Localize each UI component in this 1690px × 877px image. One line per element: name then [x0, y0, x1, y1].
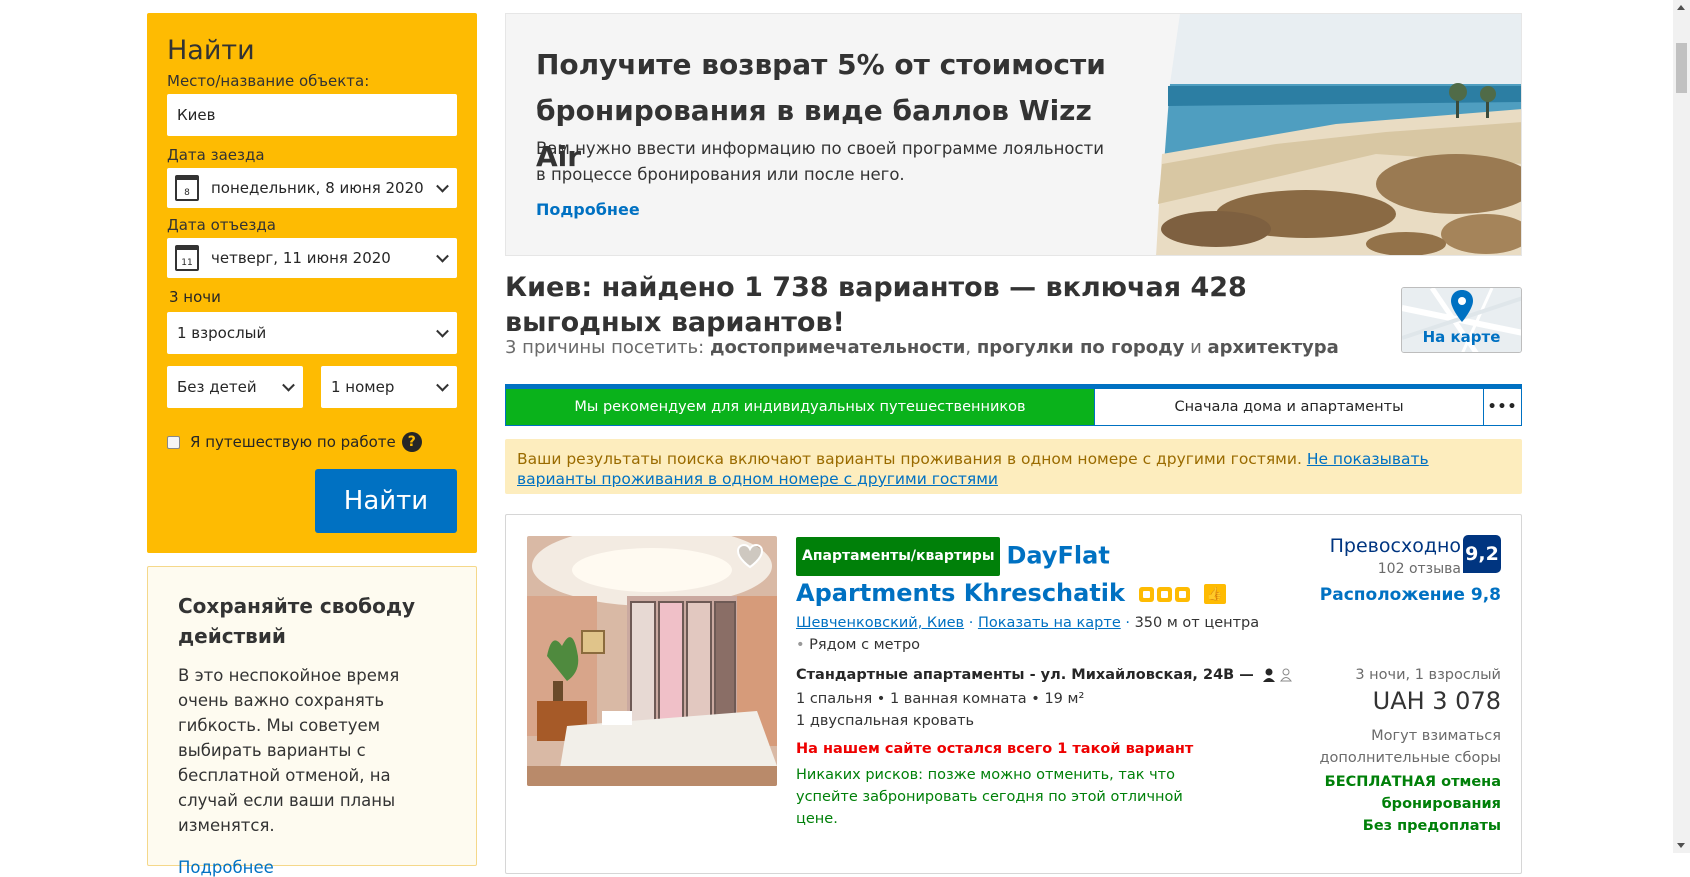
thumbs-up-icon: 👍: [1203, 584, 1226, 604]
chevron-down-icon: [436, 249, 449, 263]
search-panel: Найти Место/название объекта: Киев Дата …: [147, 13, 477, 553]
room-facilities: 1 спальня • 1 ванная комната • 19 м²: [796, 691, 1085, 707]
flexibility-more-link[interactable]: Подробнее: [178, 858, 446, 877]
results-heading: Киев: найдено 1 738 вариантов — включая …: [505, 272, 1247, 338]
person-icon: [1262, 668, 1275, 682]
tab-recommended[interactable]: Мы рекомендуем для индивидуальных путеше…: [506, 389, 1094, 425]
property-type-badge: Апартаменты/квартиры: [796, 537, 1001, 576]
rooms-value: 1 номер: [331, 378, 395, 396]
metro-nearby: Рядом с метро: [809, 637, 921, 653]
search-title: Найти: [167, 35, 255, 66]
banner-text: Вам нужно ввести информацию по своей про…: [536, 139, 1104, 184]
show-on-map-link[interactable]: Показать на карте: [978, 615, 1121, 631]
distance-from-center: 350 м от центра: [1134, 615, 1260, 631]
checkout-day: 11: [181, 258, 193, 268]
map-pin-icon: [1451, 290, 1473, 322]
visit-reasons: 3 причины посетить: достопримечательност…: [505, 337, 1339, 358]
star-icon: [1175, 586, 1191, 602]
reason-separator: и: [1190, 337, 1202, 358]
reasons-prefix: 3 причины посетить:: [505, 337, 705, 358]
page-scrollbar[interactable]: [1673, 0, 1690, 853]
bed-type: 1 двуспальная кровать: [796, 713, 975, 729]
nights-count: 3 ночи: [169, 288, 221, 306]
reason-separator: ,: [965, 337, 972, 358]
location-score: Расположение 9,8: [1319, 585, 1501, 605]
checkout-date-picker[interactable]: 11 четверг, 11 июня 2020: [167, 238, 457, 278]
destination-input[interactable]: Киев: [167, 94, 457, 136]
tab-homes-first[interactable]: Сначала дома и апартаменты: [1094, 389, 1483, 425]
work-trip-checkbox[interactable]: [167, 435, 180, 449]
banner-more-link[interactable]: Подробнее: [536, 200, 640, 219]
metro-line: • Рядом с метро: [796, 637, 921, 653]
reason-architecture: архитектура: [1207, 337, 1339, 358]
free-cancel-line-2: бронирования: [1381, 796, 1501, 812]
flexibility-title: Сохраняйте свободу действий: [178, 594, 416, 648]
scroll-up-icon[interactable]: [1677, 5, 1685, 10]
checkin-date-picker[interactable]: 8 понедельник, 8 июня 2020: [167, 168, 457, 208]
heart-icon[interactable]: [736, 543, 764, 569]
work-trip-label: Я путешествую по работе: [190, 433, 396, 451]
scroll-thumb[interactable]: [1676, 43, 1687, 93]
price: UAH 3 078: [1372, 687, 1501, 715]
district-link[interactable]: Шевченковский, Киев: [796, 615, 964, 631]
stay-info: 3 ночи, 1 взрослый: [1355, 667, 1501, 683]
calendar-icon: 8: [175, 175, 199, 201]
review-score-word: Превосходно: [1329, 535, 1461, 557]
more-sort-options-button[interactable]: •••: [1483, 389, 1521, 425]
calendar-icon: 11: [175, 245, 199, 271]
property-photo[interactable]: [527, 536, 777, 786]
reason-sights: достопримечательности: [709, 337, 966, 358]
risk-free-message: Никаких рисков: позже можно отменить, та…: [796, 767, 1183, 827]
chevron-down-icon: [436, 179, 449, 193]
scroll-down-icon[interactable]: [1677, 843, 1685, 848]
scarcity-message: На нашем сайте остался всего 1 такой вар…: [796, 741, 1194, 757]
property-card: Апартаменты/квартиры DayFlat Apartments K…: [505, 514, 1522, 874]
free-cancel-line-1: БЕСПЛАТНАЯ отмена: [1324, 774, 1501, 790]
help-icon[interactable]: ?: [401, 432, 422, 452]
flexibility-panel: Сохраняйте свободу действий В это неспок…: [147, 566, 477, 877]
review-count: 102 отзыва: [1377, 561, 1461, 577]
children-value: Без детей: [177, 378, 257, 396]
review-score-badge[interactable]: 9,2: [1463, 535, 1501, 573]
shared-room-notice: Ваши результаты поиска включают варианты…: [505, 439, 1522, 494]
destination-label: Место/название объекта:: [167, 72, 370, 90]
chevron-down-icon: [282, 378, 295, 392]
checkout-label: Дата отъезда: [167, 216, 276, 234]
room-title: Стандартные апартаменты - ул. Михайловск…: [796, 667, 1235, 683]
checkin-value: понедельник, 8 июня 2020: [211, 179, 424, 197]
room-title-row: Стандартные апартаменты - ул. Михайловск…: [796, 667, 1294, 683]
notice-text: Ваши результаты поиска включают варианты…: [517, 450, 1302, 468]
work-trip-row: Я путешествую по работе ?: [167, 432, 457, 452]
room-image: [527, 536, 777, 786]
search-button[interactable]: Найти: [315, 469, 457, 533]
children-select[interactable]: Без детей: [167, 366, 303, 408]
checkin-label: Дата заезда: [167, 146, 265, 164]
chevron-down-icon: [436, 324, 449, 338]
room-dash: —: [1239, 667, 1254, 683]
beach-image: [1156, 14, 1521, 255]
extra-fees-note: Могут взиматься дополнительные сборы: [1319, 728, 1502, 766]
checkin-day: 8: [184, 188, 190, 198]
adults-select[interactable]: 1 взрослый: [167, 312, 457, 354]
reason-city-walks: прогулки по городу: [976, 337, 1185, 358]
person-outline-icon: [1279, 668, 1292, 682]
map-button-label: На карте: [1422, 328, 1501, 346]
star-icon: [1157, 586, 1173, 602]
adults-value: 1 взрослый: [177, 324, 267, 342]
promo-banner: Получите возврат 5% от стоимости брониро…: [505, 13, 1522, 256]
rooms-select[interactable]: 1 номер: [321, 366, 457, 408]
star-icon: [1139, 586, 1155, 602]
no-prepayment: Без предоплаты: [1362, 818, 1501, 834]
property-title-row: Апартаменты/квартиры DayFlat Apartments K…: [796, 537, 1266, 611]
show-map-button[interactable]: На карте: [1401, 287, 1522, 353]
flexibility-text: В это неспокойное время очень важно сохр…: [178, 666, 400, 835]
star-rating: [1139, 586, 1191, 602]
location-line: Шевченковский, Киев · Показать на карте …: [796, 615, 1260, 631]
chevron-down-icon: [436, 378, 449, 392]
free-cancellation: БЕСПЛАТНАЯ отмена бронирования Без предо…: [1301, 771, 1501, 837]
sort-bar: Мы рекомендуем для индивидуальных путеше…: [505, 384, 1522, 426]
checkout-value: четверг, 11 июня 2020: [211, 249, 391, 267]
